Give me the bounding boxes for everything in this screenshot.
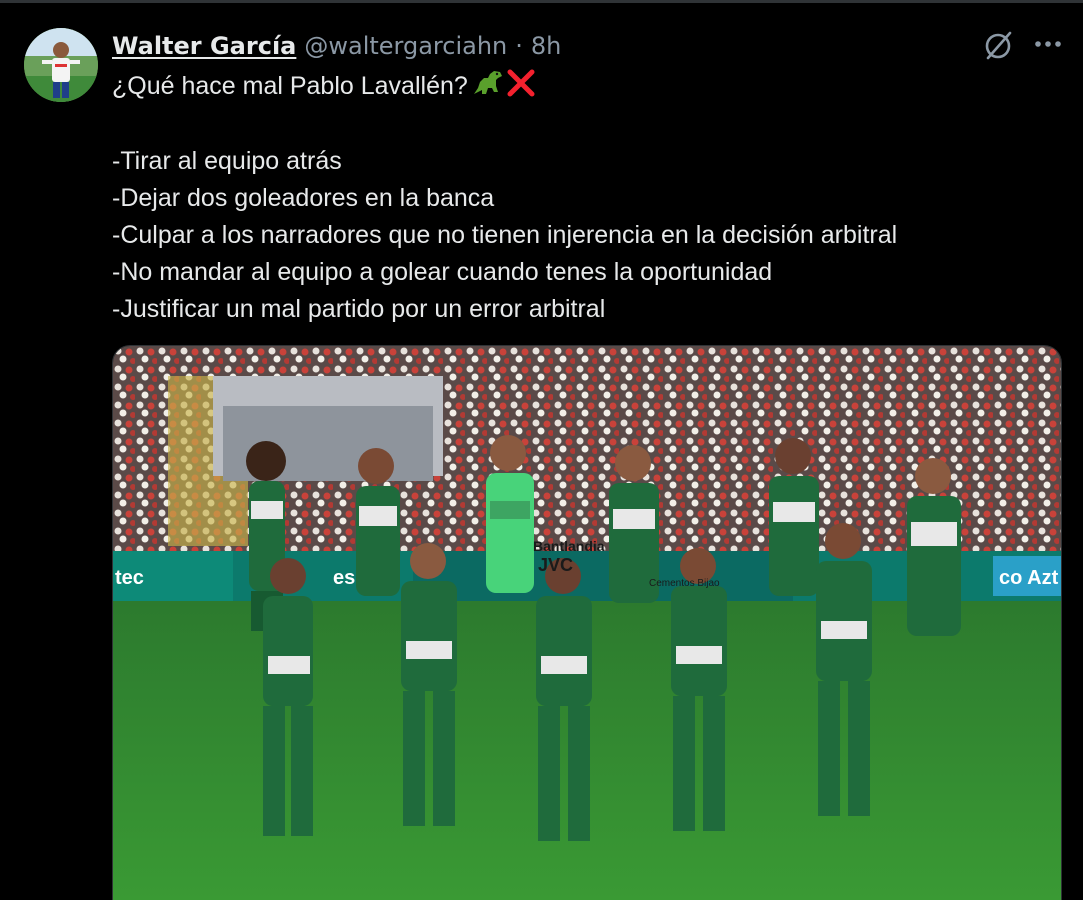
red-cross-emoji [506, 68, 536, 109]
board-text-left: tec [115, 567, 144, 589]
tweet-line: -Tirar al equipo atrás [112, 147, 342, 175]
author-display-name[interactable]: Walter García [112, 32, 296, 60]
grok-slash-icon[interactable] [980, 28, 1016, 64]
jersey-brand-text: JVC [538, 555, 573, 575]
author-avatar[interactable] [24, 28, 98, 102]
tweet-body: ¿Qué hace mal Pablo Lavallén? -Tirar al … [112, 68, 1052, 328]
board-text-right: co Azt [999, 567, 1059, 589]
tweet-timestamp[interactable]: 8h [531, 32, 561, 60]
tweet-photo[interactable]: tec eso co Azt Bantlandia JVC Cementos B… [112, 345, 1062, 900]
tweet-line-question: ¿Qué hace mal Pablo Lavallén? [112, 68, 1052, 105]
avatar-image [24, 28, 98, 102]
author-handle[interactable]: @waltergarciahn [304, 32, 507, 60]
team-photo: tec eso co Azt Bantlandia JVC Cementos B… [113, 346, 1061, 900]
tweet-question-text: ¿Qué hace mal Pablo Lavallén? [112, 72, 468, 100]
tweet-line: -Justificar un mal partido por un error … [112, 295, 606, 323]
jersey-sub-text: Cementos Bijao [649, 578, 720, 589]
top-divider [0, 0, 1083, 3]
tweet-header: Walter García @waltergarciahn · 8h [112, 30, 561, 62]
tweet-line: -No mandar al equipo a golear cuando ten… [112, 258, 773, 286]
jersey-sponsor-text: Bantlandia [533, 538, 605, 554]
header-separator: · [515, 32, 523, 60]
tweet-line: -Dejar dos goleadores en la banca [112, 184, 495, 212]
more-dots-icon[interactable] [1032, 28, 1064, 60]
tweet-line: -Culpar a los narradores que no tienen i… [112, 221, 898, 249]
dinosaur-emoji [470, 68, 504, 109]
